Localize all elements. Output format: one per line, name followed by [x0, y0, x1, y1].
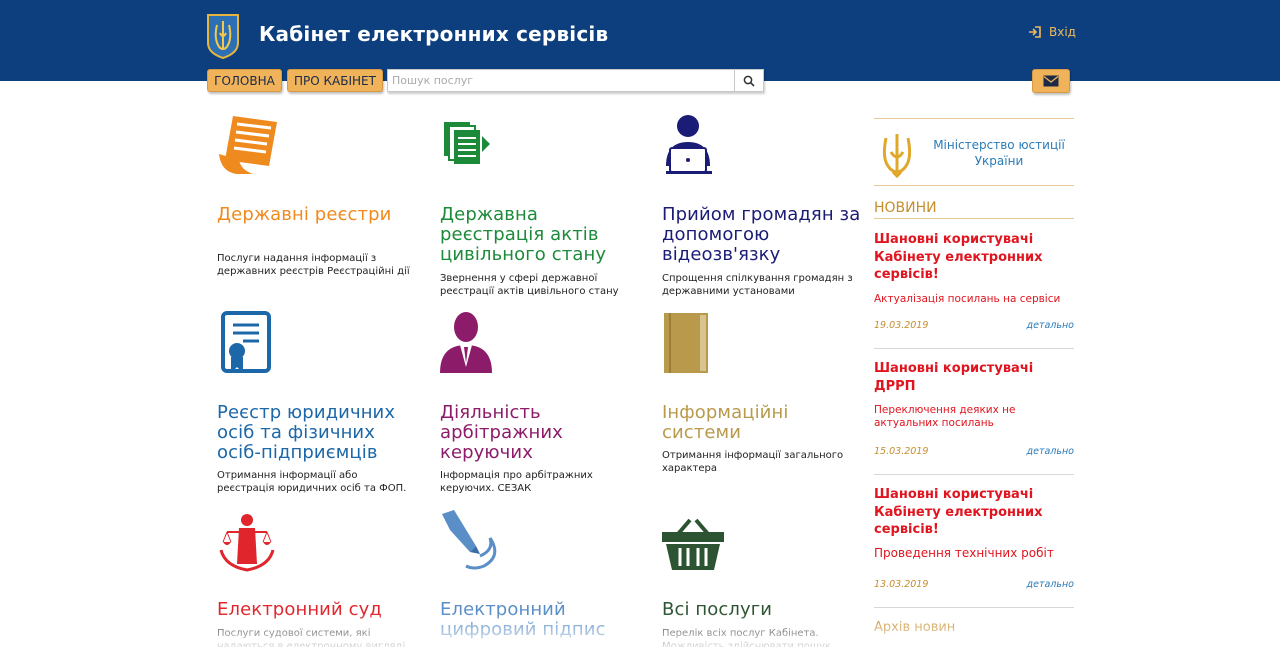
news-title[interactable]: Шановні користувачі Кабінету електронних… — [874, 486, 1074, 539]
news-title[interactable]: Шановні користувачі ДРРП — [874, 360, 1074, 395]
service-title: Всі послуги — [662, 599, 773, 620]
service-description: Звернення у сфері державної реєстрації а… — [440, 273, 619, 297]
trident-icon — [882, 134, 912, 178]
news-subtitle: Проведення технічних робіт — [874, 545, 1054, 560]
login-link[interactable]: Вхід — [1028, 25, 1076, 39]
search-button[interactable] — [734, 70, 763, 91]
nav-home-button[interactable]: ГОЛОВНА — [207, 69, 282, 92]
news-date: 13.03.2019 — [874, 579, 929, 590]
login-label: Вхід — [1049, 25, 1076, 39]
service-description: Послуги судової системи, які надаються в… — [217, 628, 406, 647]
service-title: Інформаційні системи — [662, 402, 789, 443]
news-date: 15.03.2019 — [874, 446, 929, 457]
businessman-icon — [440, 312, 492, 373]
search-icon — [743, 75, 755, 87]
news-item: Шановні користувачі Кабінету електронних… — [874, 231, 1074, 349]
news-more-link[interactable]: детально — [1027, 579, 1074, 590]
pen-nib-icon — [442, 510, 497, 570]
news-item: Шановні користувачі Кабінету електронних… — [874, 486, 1074, 608]
service-title: Прийом громадян за допомогою відеозв'язк… — [662, 204, 861, 265]
service-description: Інформація про арбітражних керуючих. СЕЗ… — [440, 470, 593, 494]
justice-icon — [219, 514, 275, 572]
service-title: Електронний цифровий підпис — [440, 599, 606, 640]
news-item: Шановні користувачі ДРРП Переключення де… — [874, 360, 1074, 475]
service-description: Послуги надання інформації з державних р… — [217, 253, 410, 277]
book-icon — [664, 313, 708, 373]
sign-in-icon — [1029, 26, 1041, 38]
documents-arrow-icon — [444, 122, 490, 164]
news-heading: НОВИНИ — [874, 200, 1074, 219]
news-more-link[interactable]: детально — [1027, 320, 1074, 331]
search-bar — [387, 69, 764, 92]
service-title: Діяльність арбітражних керуючих — [440, 402, 563, 463]
news-subtitle: Переключення деяких не актуальних посила… — [874, 404, 1016, 429]
app-title: Кабінет електронних сервісів — [259, 22, 609, 46]
basket-icon — [662, 518, 724, 570]
news-subtitle: Актуалізація посилань на сервіси — [874, 292, 1061, 305]
news-date: 19.03.2019 — [874, 320, 929, 331]
search-input[interactable] — [388, 70, 734, 91]
service-title: Реєстр юридичних осіб та фізичних осіб-п… — [217, 402, 396, 463]
service-description: Отримання інформації загального характер… — [662, 450, 844, 474]
nav-about-button[interactable]: ПРО КАБІНЕТ — [287, 69, 383, 92]
certificate-icon — [221, 311, 271, 373]
service-description: Спрощення спілкування громадян з державн… — [662, 273, 853, 297]
service-title: Державні реєстри — [217, 204, 392, 225]
news-more-link[interactable]: детально — [1027, 446, 1074, 457]
news-title[interactable]: Шановні користувачі Кабінету електронних… — [874, 231, 1074, 284]
service-title: Державна реєстрація актів цивільного ста… — [440, 204, 607, 265]
document-list-icon — [219, 116, 277, 174]
ministry-name: Міністерство юстиції України — [933, 138, 1065, 168]
service-description: Отримання інформації або реєстрація юрид… — [217, 470, 407, 494]
service-title: Електронний суд — [217, 599, 382, 620]
news-archive-link[interactable]: Архів новин — [874, 620, 955, 635]
ministry-banner[interactable]: Міністерство юстиції України — [874, 118, 1074, 186]
ukraine-coat-of-arms-icon[interactable] — [206, 13, 240, 59]
person-laptop-icon — [666, 115, 712, 174]
mail-button[interactable] — [1032, 69, 1070, 93]
service-description: Перелік всіх послуг Кабінета. Можливість… — [662, 628, 831, 647]
envelope-icon — [1043, 75, 1059, 87]
